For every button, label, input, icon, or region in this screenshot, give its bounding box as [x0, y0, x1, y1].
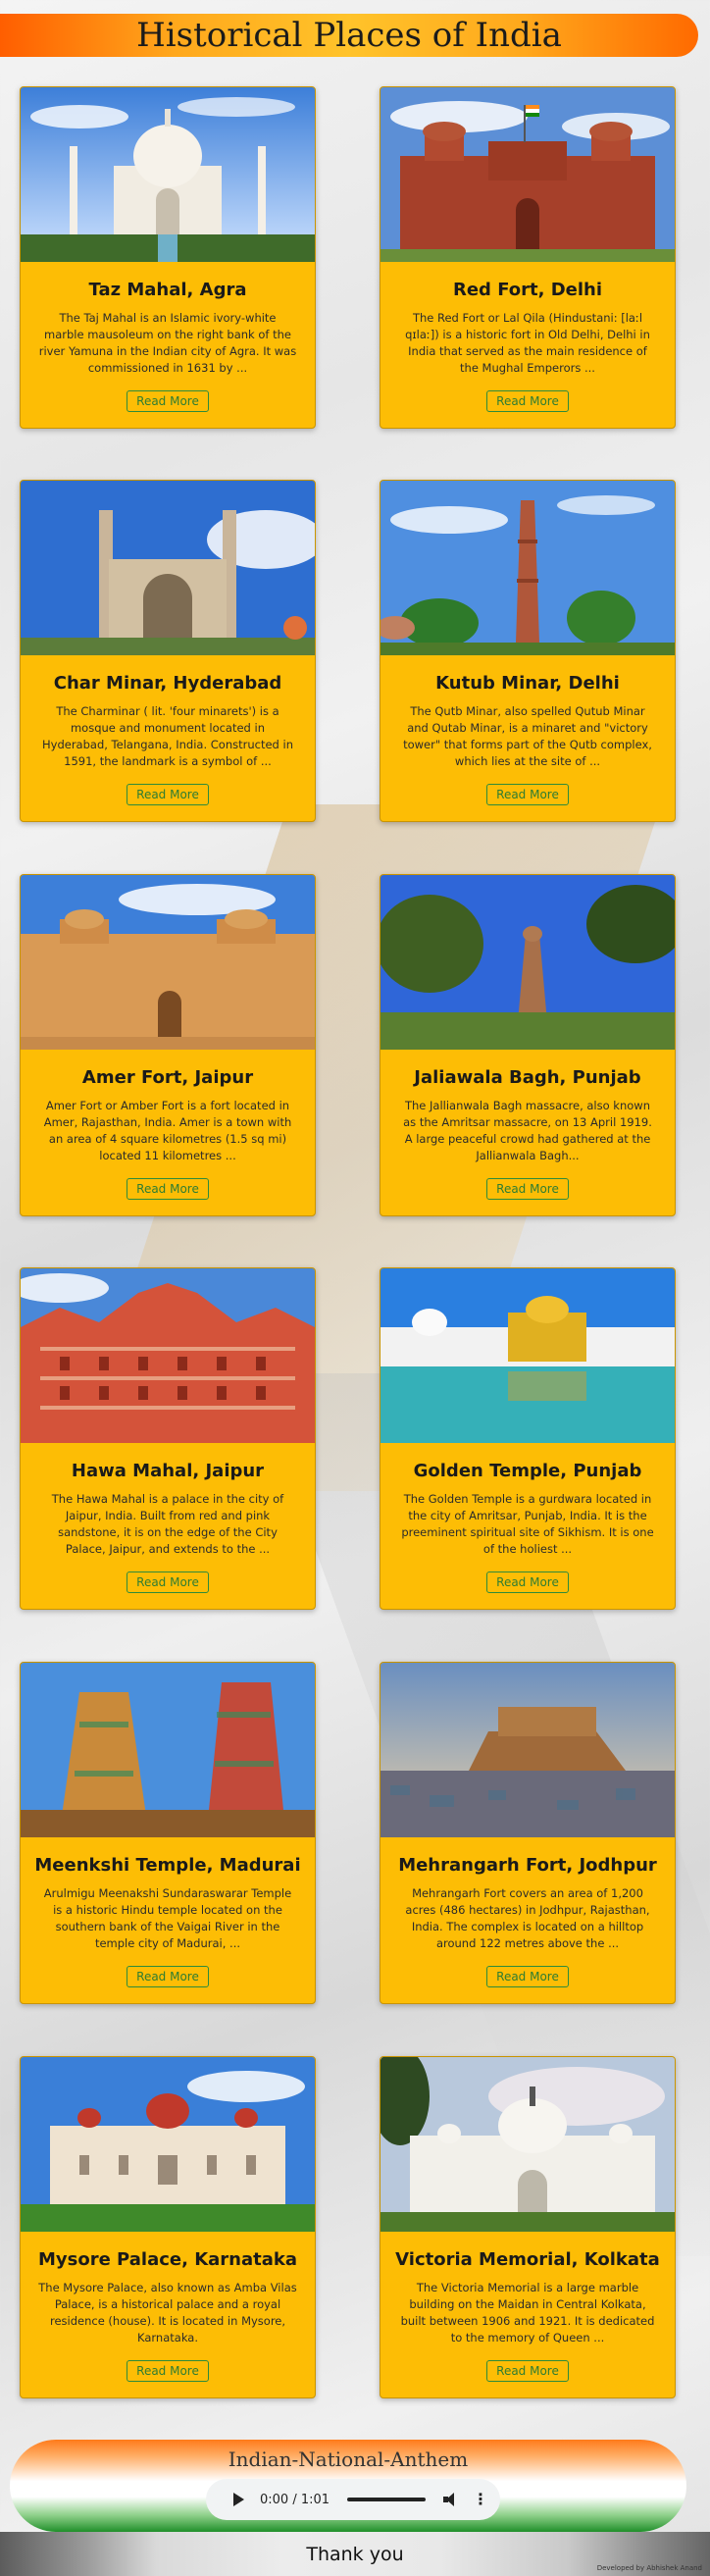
card-title: Golden Temple, Punjab [413, 1461, 642, 1481]
card-description: Arulmigu Meenakshi Sundaraswarar Temple … [43, 1886, 292, 1950]
read-more-button[interactable]: Read More [127, 784, 209, 805]
card-description: The Mysore Palace, also known as Amba Vi… [38, 2281, 297, 2344]
anthem-title: Indian-National-Anthem [228, 2447, 469, 2471]
place-card-red-fort: Red Fort, Delhi The Red Fort or Lal Qila… [380, 86, 676, 429]
jaliawala-bagh-image [380, 875, 675, 1050]
audio-time: 0:00 / 1:01 [260, 2492, 330, 2507]
place-card-jaliawala-bagh: Jaliawala Bagh, Punjab The Jallianwala B… [380, 874, 676, 1216]
card-description: Mehrangarh Fort covers an area of 1,200 … [405, 1886, 650, 1950]
amer-fort-image [21, 875, 315, 1050]
mehrangarh-fort-image [380, 1663, 675, 1837]
card-description: The Jallianwala Bagh massacre, also know… [403, 1099, 652, 1162]
place-card-victoria-memorial: Victoria Memorial, Kolkata The Victoria … [380, 2056, 676, 2398]
read-more-button[interactable]: Read More [486, 1178, 569, 1200]
card-title: Amer Fort, Jaipur [81, 1067, 254, 1088]
developer-credit: Developed by Abhishek Anand [596, 2564, 702, 2572]
card-description: The Charminar ( lit. 'four minarets') is… [42, 704, 293, 768]
card-title: Jaliawala Bagh, Punjab [414, 1067, 641, 1088]
card-description: The Qutb Minar, also spelled Qutub Minar… [403, 704, 652, 768]
card-title: Mehrangarh Fort, Jodhpur [398, 1855, 657, 1876]
read-more-button[interactable]: Read More [486, 1571, 569, 1593]
read-more-button[interactable]: Read More [486, 390, 569, 412]
card-title: Taz Mahal, Agra [88, 280, 247, 300]
place-card-golden-temple: Golden Temple, Punjab The Golden Temple … [380, 1267, 676, 1610]
page-footer: Thank you Developed by Abhishek Anand [0, 2532, 710, 2576]
place-card-hawa-mahal: Hawa Mahal, Jaipur The Hawa Mahal is a p… [20, 1267, 316, 1610]
taj-mahal-image [21, 87, 315, 262]
read-more-button[interactable]: Read More [127, 2360, 209, 2382]
page-header: Historical Places of India [0, 14, 698, 57]
place-card-meenakshi-temple: Meenkshi Temple, Madurai Arulmigu Meenak… [20, 1662, 316, 2004]
card-title: Hawa Mahal, Jaipur [71, 1461, 265, 1481]
meenakshi-temple-image [21, 1663, 315, 1837]
place-card-taj-mahal: Taz Mahal, Agra The Taj Mahal is an Isla… [20, 86, 316, 429]
read-more-button[interactable]: Read More [127, 1966, 209, 1987]
read-more-button[interactable]: Read More [486, 1966, 569, 1987]
more-options-icon[interactable]: ⋮ [473, 2492, 488, 2507]
play-icon[interactable] [233, 2493, 244, 2506]
card-description: The Red Fort or Lal Qila (Hindustani: [l… [405, 311, 650, 375]
card-description: The Taj Mahal is an Islamic ivory-white … [38, 311, 297, 375]
card-title: Red Fort, Delhi [452, 280, 603, 300]
place-card-char-minar: Char Minar, Hyderabad The Charminar ( li… [20, 480, 316, 822]
card-title: Mysore Palace, Karnataka [37, 2249, 298, 2270]
golden-temple-image [380, 1268, 675, 1443]
card-description: Amer Fort or Amber Fort is a fort locate… [43, 1099, 292, 1162]
read-more-button[interactable]: Read More [486, 2360, 569, 2382]
card-description: The Hawa Mahal is a palace in the city o… [51, 1492, 284, 1556]
card-title: Victoria Memorial, Kolkata [395, 2249, 660, 2270]
thank-you-text: Thank you [306, 2544, 404, 2565]
place-card-kutub-minar: Kutub Minar, Delhi The Qutb Minar, also … [380, 480, 676, 822]
page-title: Historical Places of India [136, 16, 562, 55]
char-minar-image [21, 481, 315, 655]
red-fort-image [380, 87, 675, 262]
victoria-memorial-image [380, 2057, 675, 2232]
card-title: Kutub Minar, Delhi [435, 673, 620, 694]
audio-player[interactable]: 0:00 / 1:01 ⋮ [206, 2479, 500, 2520]
card-title: Meenkshi Temple, Madurai [34, 1855, 301, 1876]
place-card-mehrangarh-fort: Mehrangarh Fort, Jodhpur Mehrangarh Fort… [380, 1662, 676, 2004]
mysore-palace-image [21, 2057, 315, 2232]
card-description: The Victoria Memorial is a large marble … [400, 2281, 655, 2344]
read-more-button[interactable]: Read More [486, 784, 569, 805]
read-more-button[interactable]: Read More [127, 1178, 209, 1200]
anthem-section: Indian-National-Anthem 0:00 / 1:01 ⋮ [10, 2440, 686, 2532]
card-title: Char Minar, Hyderabad [53, 673, 282, 694]
audio-progress-slider[interactable] [347, 2498, 427, 2501]
hawa-mahal-image [21, 1268, 315, 1443]
volume-icon[interactable] [443, 2492, 459, 2507]
place-card-amer-fort: Amer Fort, Jaipur Amer Fort or Amber For… [20, 874, 316, 1216]
card-description: The Golden Temple is a gurdwara located … [401, 1492, 654, 1556]
place-card-mysore-palace: Mysore Palace, Karnataka The Mysore Pala… [20, 2056, 316, 2398]
kutub-minar-image [380, 481, 675, 655]
read-more-button[interactable]: Read More [127, 390, 209, 412]
read-more-button[interactable]: Read More [127, 1571, 209, 1593]
